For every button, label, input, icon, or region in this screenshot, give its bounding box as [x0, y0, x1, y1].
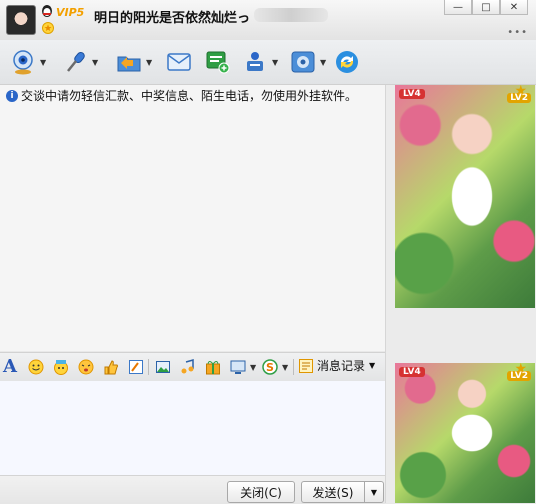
dropdown-arrow-icon[interactable]: ▼	[92, 58, 98, 67]
mail-icon	[167, 53, 191, 71]
sms-button[interactable]	[204, 48, 230, 76]
dropdown-arrow-icon[interactable]: ▼	[320, 58, 326, 67]
maximize-button[interactable]: □	[472, 0, 500, 15]
dropdown-arrow-icon[interactable]: ▼	[40, 58, 46, 67]
send-options-dropdown[interactable]: ▼	[364, 481, 384, 503]
tenpay-icon: S	[262, 359, 278, 375]
dropdown-arrow-icon[interactable]: ▼	[369, 361, 375, 370]
screen-share-icon	[230, 360, 246, 374]
blurred-signature	[254, 8, 328, 22]
contact-nickname: 明日的阳光是否依然灿烂っ	[94, 11, 251, 26]
toolbar-separator	[293, 359, 294, 375]
level-badge-lv2: LV2	[507, 371, 531, 381]
security-notice-text: 交谈中请勿轻信汇款、中奖信息、陌生电话，勿使用外挂软件。	[21, 89, 358, 103]
mail-button[interactable]	[166, 48, 192, 76]
send-button[interactable]: 发送(S)	[301, 481, 364, 503]
dropdown-arrow-icon[interactable]: ▼	[272, 58, 278, 67]
minimize-icon: —	[453, 1, 463, 13]
group-chat-icon	[247, 52, 263, 71]
close-icon: ✕	[509, 1, 519, 13]
font-icon[interactable]: A	[3, 356, 17, 377]
thumbs-up-icon[interactable]	[103, 359, 119, 375]
svg-text:S: S	[266, 361, 274, 374]
toolbar-separator	[148, 359, 149, 375]
star-icon	[42, 22, 54, 34]
level-badge-lv2: LV2	[507, 93, 531, 103]
gift-icon[interactable]	[205, 359, 221, 375]
contact-show-image[interactable]: LV4 ★ LV2	[395, 83, 535, 308]
shake-window-icon[interactable]	[78, 359, 94, 375]
message-input[interactable]	[0, 381, 385, 475]
contact-show-panel: LV4 ★ LV2 LV4 ★ LV2	[385, 83, 536, 503]
title-bar: VIP5 明日的阳光是否依然灿烂っ — □ ✕ •••	[0, 0, 536, 40]
music-icon[interactable]	[180, 359, 196, 375]
security-notice: i 交谈中请勿轻信汇款、中奖信息、陌生电话，勿使用外挂软件。	[6, 87, 357, 104]
more-options-icon[interactable]: •••	[507, 27, 528, 38]
bottom-bar: 关闭(C) 发送(S) ▼	[0, 475, 385, 504]
app-settings-button[interactable]: ▼	[290, 48, 326, 76]
message-history-button[interactable]: 消息记录 ▼	[298, 357, 375, 374]
emoji-icon[interactable]	[28, 359, 44, 375]
voice-call-button[interactable]: ▼	[62, 48, 98, 76]
message-history-icon	[299, 358, 313, 373]
dropdown-arrow-icon[interactable]: ▼	[282, 363, 288, 372]
refresh-icon	[336, 51, 358, 73]
screenshot-icon[interactable]	[128, 359, 144, 375]
info-icon: i	[6, 89, 18, 102]
close-button[interactable]: 关闭(C)	[227, 481, 295, 503]
level-badge-lv4: LV4	[399, 89, 425, 99]
voice-call-icon	[67, 51, 85, 72]
video-call-icon	[13, 50, 33, 75]
dropdown-arrow-icon[interactable]: ▼	[250, 363, 256, 372]
group-chat-button[interactable]: ▼	[242, 48, 278, 76]
my-show-image[interactable]: LV4 ★ LV2	[395, 361, 535, 503]
qq-penguin-icon	[42, 5, 52, 17]
payment-button[interactable]: S ▼	[262, 353, 288, 381]
magic-emoji-icon[interactable]	[53, 359, 69, 375]
window-controls: — □ ✕	[444, 0, 528, 15]
app-settings-icon	[291, 51, 315, 73]
refresh-button[interactable]	[334, 48, 360, 76]
chat-history-area[interactable]: i 交谈中请勿轻信汇款、中奖信息、陌生电话，勿使用外挂软件。	[0, 85, 385, 351]
dropdown-arrow-icon[interactable]: ▼	[146, 58, 152, 67]
file-transfer-icon	[117, 56, 141, 72]
file-transfer-button[interactable]: ▼	[116, 48, 152, 76]
vip-badge: VIP5	[56, 6, 85, 19]
toolbar: ▼ ▼ ▼ ▼ ▼	[0, 40, 536, 85]
screen-share-button[interactable]: ▼	[230, 353, 256, 381]
format-toolbar: A ▼ S ▼ 消息记录 ▼	[0, 352, 385, 382]
chevron-down-icon: ▼	[370, 487, 378, 497]
minimize-button[interactable]: —	[444, 0, 472, 15]
close-window-button[interactable]: ✕	[500, 0, 528, 15]
message-history-label: 消息记录	[317, 359, 366, 373]
video-call-button[interactable]: ▼	[10, 48, 46, 76]
maximize-icon: □	[481, 1, 491, 13]
contact-avatar[interactable]	[6, 5, 36, 35]
sms-icon	[206, 51, 230, 74]
level-badge-lv4: LV4	[399, 367, 425, 377]
image-icon[interactable]	[155, 359, 171, 375]
